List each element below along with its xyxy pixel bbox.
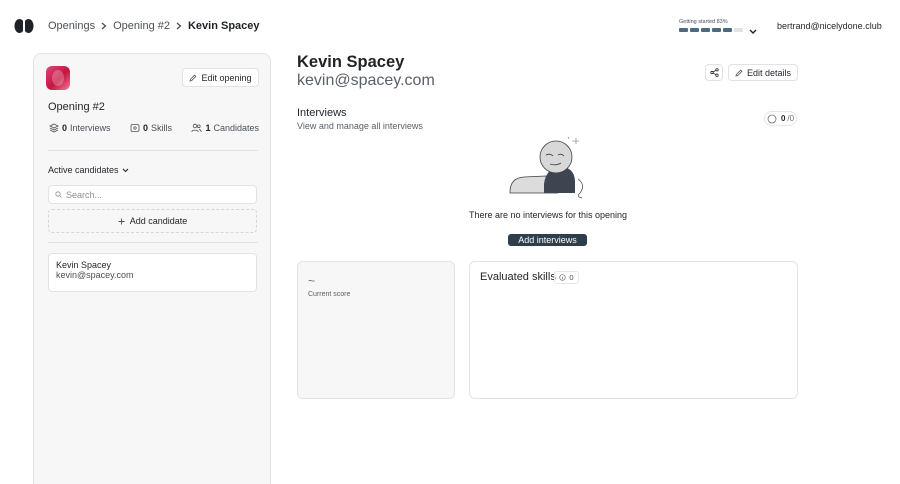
edit-details-button[interactable]: Edit details bbox=[728, 64, 798, 81]
empty-state-text: There are no interviews for this opening bbox=[468, 210, 628, 220]
current-score-card: ~ Current score bbox=[297, 261, 455, 399]
breadcrumb-current: Kevin Spacey bbox=[187, 20, 260, 32]
opening-title: Opening #2 bbox=[48, 101, 105, 113]
candidate-email: kevin@spacey.com bbox=[56, 270, 134, 280]
search-input[interactable] bbox=[66, 189, 246, 200]
candidate-list-item[interactable]: Kevin Spacey kevin@spacey.com bbox=[48, 253, 257, 292]
getting-started-progress[interactable]: Getting started 83% bbox=[679, 19, 743, 32]
current-score-value: ~ bbox=[308, 274, 316, 288]
chevron-down-icon[interactable] bbox=[749, 22, 757, 40]
app-logo[interactable] bbox=[14, 18, 34, 34]
share-icon bbox=[709, 68, 719, 77]
breadcrumb: Openings Opening #2 Kevin Spacey bbox=[48, 20, 260, 32]
edit-opening-label: Edit opening bbox=[201, 72, 252, 83]
user-email[interactable]: bertrand@nicelydone.club bbox=[777, 21, 882, 31]
current-score-label: Current score bbox=[308, 291, 351, 298]
progress-segment bbox=[679, 28, 688, 32]
candidates-count: 1 bbox=[205, 123, 211, 133]
evaluated-skills-card: Evaluated skills 0 bbox=[469, 261, 798, 399]
skills-count-badge: 0 bbox=[554, 271, 579, 284]
candidate-name: Kevin Spacey bbox=[56, 260, 112, 270]
interviews-done: 0 bbox=[780, 114, 786, 123]
share-button[interactable] bbox=[705, 64, 723, 81]
skill-icon bbox=[130, 124, 140, 132]
search-icon bbox=[55, 191, 62, 198]
interviews-count-badge: 0/0 bbox=[764, 111, 797, 126]
progress-segment bbox=[701, 28, 710, 32]
users-icon bbox=[191, 123, 203, 133]
info-icon bbox=[559, 274, 567, 281]
pencil-icon bbox=[735, 69, 743, 77]
edit-details-label: Edit details bbox=[746, 67, 792, 78]
skills-count: 0 bbox=[142, 123, 148, 133]
candidate-email-subtitle: kevin@spacey.com bbox=[297, 72, 435, 89]
breadcrumb-opening[interactable]: Opening #2 bbox=[113, 20, 170, 32]
plus-icon bbox=[118, 218, 125, 224]
opening-avatar bbox=[46, 66, 70, 90]
add-candidate-button[interactable]: Add candidate bbox=[48, 209, 257, 233]
candidates-label: Candidates bbox=[213, 123, 259, 133]
empty-state-illustration bbox=[506, 135, 590, 199]
opening-stats: 0 Interviews 0 Skills 1 Candidates bbox=[49, 123, 259, 133]
chevron-right-icon bbox=[101, 22, 107, 30]
progress-circle-icon bbox=[767, 114, 777, 123]
progress-segment bbox=[690, 28, 699, 32]
add-candidate-label: Add candidate bbox=[129, 216, 188, 226]
divider bbox=[48, 242, 258, 243]
getting-started-label: Getting started 83% bbox=[679, 19, 728, 25]
skills-count-value: 0 bbox=[569, 273, 574, 282]
evaluated-skills-title: Evaluated skills bbox=[480, 271, 556, 283]
pencil-icon bbox=[189, 74, 197, 82]
progress-segment bbox=[712, 28, 721, 32]
candidate-name-title: Kevin Spacey bbox=[297, 53, 405, 71]
progress-segment bbox=[734, 28, 743, 32]
opening-sidebar: Edit opening Opening #2 0 Interviews 0 Ski… bbox=[33, 53, 271, 484]
interviews-subheading: View and manage all interviews bbox=[297, 121, 423, 131]
interviews-label: Interviews bbox=[70, 123, 111, 133]
breadcrumb-openings[interactable]: Openings bbox=[48, 20, 95, 32]
progress-bar bbox=[679, 28, 743, 32]
progress-segment bbox=[723, 28, 732, 32]
active-candidates-label: Active candidates bbox=[48, 165, 119, 175]
stat-skills: 0 Skills bbox=[130, 123, 172, 133]
chevron-down-icon bbox=[122, 168, 128, 172]
candidate-search[interactable] bbox=[48, 185, 257, 204]
add-interviews-button[interactable]: Add interviews bbox=[508, 234, 587, 246]
layers-icon bbox=[49, 123, 59, 133]
stat-candidates: 1 Candidates bbox=[191, 123, 259, 133]
chevron-right-icon bbox=[176, 22, 182, 30]
interviews-heading: Interviews bbox=[297, 107, 347, 119]
edit-opening-button[interactable]: Edit opening bbox=[182, 68, 259, 87]
skills-label: Skills bbox=[150, 123, 172, 133]
divider bbox=[48, 150, 258, 151]
active-candidates-dropdown[interactable]: Active candidates bbox=[48, 165, 129, 175]
stat-interviews: 0 Interviews bbox=[49, 123, 111, 133]
interviews-total: /0 bbox=[787, 114, 795, 123]
interviews-count: 0 bbox=[62, 123, 68, 133]
